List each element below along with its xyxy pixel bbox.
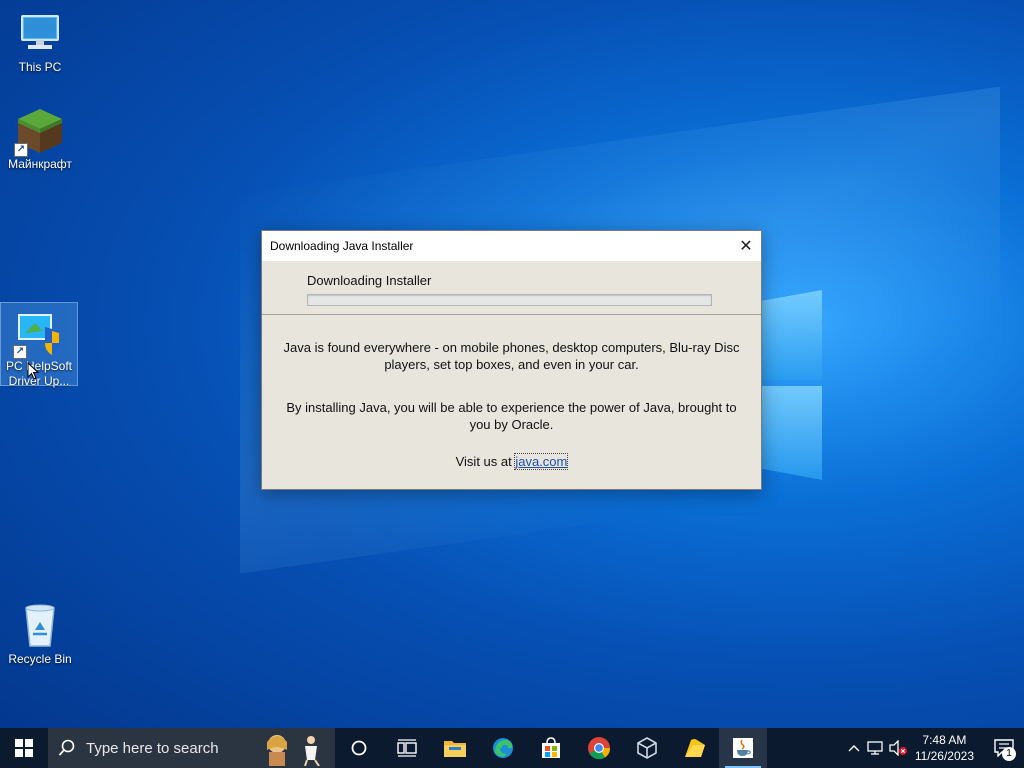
chrome-button[interactable] (575, 728, 623, 768)
download-progress-bar (307, 294, 712, 306)
virtualbox-button[interactable] (623, 728, 671, 768)
clock-time: 7:48 AM (922, 733, 967, 747)
network-status-button[interactable] (865, 728, 887, 768)
desktop-icon-pc-helpsoft[interactable]: ↗ PC HelpSoft Driver Up... (0, 302, 78, 388)
desktop-icon-label: Recycle Bin (8, 652, 72, 666)
desktop-icon-minecraft[interactable]: ↗ Майнкрафт (2, 107, 78, 172)
show-hidden-icons-button[interactable] (843, 728, 865, 768)
yellow-folder-icon (685, 739, 705, 757)
pc-helpsoft-icon: ↗ (13, 309, 63, 359)
edge-button[interactable] (479, 728, 527, 768)
task-view-button[interactable] (383, 728, 431, 768)
store-bag-icon (542, 737, 560, 758)
minecraft-grass-block-icon: ↗ (14, 107, 64, 157)
chrome-browser-icon (588, 737, 611, 760)
visit-line: Visit us at java.com (282, 453, 741, 470)
action-center-button[interactable]: 1 (984, 728, 1024, 768)
desktop-icon-label: This PC (18, 60, 62, 74)
recycle-bin-icon (16, 602, 64, 650)
speaker-muted-icon (889, 740, 907, 756)
sticky-folder-button[interactable] (671, 728, 719, 768)
search-highlight-illustration-icon (267, 735, 320, 766)
dialog-title: Downloading Java Installer (270, 239, 414, 253)
cortana-button[interactable] (335, 728, 383, 768)
desktop-icon-this-pc[interactable]: This PC (2, 10, 78, 75)
shortcut-arrow-icon: ↗ (13, 345, 27, 359)
volume-button[interactable] (887, 728, 909, 768)
java-info-paragraph: Java is found everywhere - on mobile pho… (283, 340, 740, 372)
search-icon (58, 739, 75, 756)
edge-browser-icon (493, 738, 513, 758)
microsoft-store-button[interactable] (527, 728, 575, 768)
taskbar-clock[interactable]: 7:48 AM 11/26/2023 (909, 732, 984, 764)
dialog-message-body: Java is found everywhere - on mobile pho… (262, 315, 761, 470)
monitor-icon (16, 10, 64, 58)
start-button[interactable] (0, 728, 48, 768)
wallpaper-windows-logo (762, 290, 822, 480)
mouse-cursor-icon (27, 362, 39, 380)
chevron-up-icon (848, 745, 860, 752)
windows-start-icon (15, 739, 33, 757)
file-explorer-button[interactable] (431, 728, 479, 768)
clock-date: 11/26/2023 (914, 749, 974, 763)
desktop-icon-recycle-bin[interactable]: Recycle Bin (2, 602, 78, 667)
system-tray: 7:48 AM 11/26/2023 1 (843, 728, 1024, 768)
cortana-circle-icon (351, 740, 367, 756)
java-installer-dialog: Downloading Java Installer ✕ Downloading… (261, 230, 762, 490)
download-status-panel: Downloading Installer (262, 261, 761, 315)
dialog-titlebar[interactable]: Downloading Java Installer ✕ (262, 231, 761, 261)
taskbar-search-box[interactable]: Type here to search (48, 728, 335, 768)
oracle-info-paragraph: By installing Java, you will be able to … (286, 400, 737, 432)
notification-count-badge: 1 (1002, 747, 1016, 761)
java-installer-taskbar-button[interactable] (719, 728, 767, 768)
taskbar: Type here to search 7:48 AM 11/26/2023 1 (0, 728, 1024, 768)
virtualbox-cube-icon (637, 737, 657, 759)
search-placeholder: Type here to search (86, 739, 219, 757)
java-cup-icon (733, 738, 753, 758)
java-com-link[interactable]: java.com (514, 453, 569, 470)
desktop-icon-label: Майнкрафт (8, 157, 72, 171)
network-icon (867, 741, 883, 755)
folder-icon (444, 741, 466, 757)
close-icon[interactable]: ✕ (731, 231, 761, 261)
download-status-text: Downloading Installer (307, 273, 432, 288)
shortcut-arrow-icon: ↗ (14, 143, 28, 157)
visit-prefix: Visit us at (455, 454, 516, 469)
task-view-icon (397, 739, 417, 757)
desktop-icon-label: PC HelpSoft Driver Up... (5, 359, 73, 388)
